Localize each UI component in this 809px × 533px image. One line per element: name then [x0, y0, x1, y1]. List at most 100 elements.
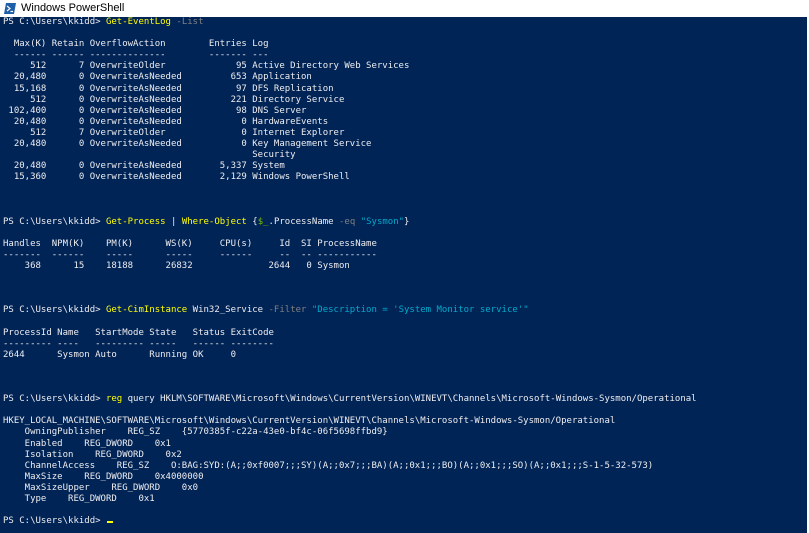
console-text: HKEY_LOCAL_MACHINE\SOFTWARE\Microsoft\Wi…	[3, 416, 616, 427]
console-text: -List	[170, 17, 204, 27]
console-line: 15,360 0 OverwriteAsNeeded 2,129 Windows…	[3, 172, 697, 183]
window-title: Windows PowerShell	[21, 2, 125, 14]
console-text: PS C:\Users\kkidd>	[3, 516, 106, 527]
console-text: Isolation REG_DWORD 0x2	[3, 449, 182, 460]
console-text: ChannelAccess REG_SZ O:BAG:SYD:(A;;0xf00…	[3, 460, 654, 471]
console-text: ProcessId Name StartMode State Status Ex…	[3, 327, 274, 338]
powershell-window: Windows PowerShell PS C:\Users\kkidd> Ge…	[0, 0, 809, 533]
console-text: 2644 Sysmon Auto Running OK 0	[3, 349, 236, 360]
console-line: 512 7 OverwriteOlder 95 Active Directory…	[3, 61, 697, 72]
console-line: Isolation REG_DWORD 0x2	[3, 450, 697, 461]
powershell-icon	[4, 3, 16, 14]
console-line: Max(K) Retain OverflowAction Entries Log	[3, 39, 697, 50]
console-line: 102,400 0 OverwriteAsNeeded 98 DNS Serve…	[3, 106, 697, 117]
console-line: MaxSize REG_DWORD 0x4000000	[3, 472, 697, 483]
console-text: 512 7 OverwriteOlder 0 Internet Explorer	[3, 127, 345, 138]
console-lines: PS C:\Users\kkidd> Get-EventLog -List Ma…	[3, 17, 697, 527]
console-text: Get-CimInstance	[105, 305, 188, 316]
console-line: Handles NPM(K) PM(K) WS(K) CPU(s) Id SI …	[3, 239, 697, 250]
console-text: {	[246, 216, 258, 227]
console-text: -eq	[339, 216, 356, 227]
console-line: 20,480 0 OverwriteAsNeeded 653 Applicati…	[3, 72, 697, 83]
console-text: OwningPublisher REG_SZ {5770385f-c22a-43…	[3, 427, 388, 438]
console-text: 512 7 OverwriteOlder 95 Active Directory…	[3, 61, 410, 72]
text-cursor	[106, 521, 113, 524]
console-line: --------- ---- --------- ----- ------ --…	[3, 339, 697, 350]
console-text: Enabled REG_DWORD 0x1	[3, 438, 171, 449]
console-line: 20,480 0 OverwriteAsNeeded 5,337 System	[3, 161, 697, 172]
console-output[interactable]: PS C:\Users\kkidd> Get-EventLog -List Ma…	[0, 17, 807, 533]
console-text: Security	[3, 150, 296, 161]
console-text: "Description = 'System Monitor service'"	[311, 305, 529, 316]
console-text: Win32_Service	[187, 305, 269, 316]
console-line: MaxSizeUpper REG_DWORD 0x0	[3, 483, 697, 494]
title-bar[interactable]: Windows PowerShell	[0, 0, 809, 17]
console-line: 2644 Sysmon Auto Running OK 0	[3, 350, 697, 361]
console-text: 15,360 0 OverwriteAsNeeded 2,129 Windows…	[3, 172, 350, 183]
console-text: $_	[257, 216, 269, 227]
console-line: PS C:\Users\kkidd> reg query HKLM\SOFTWA…	[3, 394, 697, 405]
console-text: Type REG_DWORD 0x1	[3, 494, 155, 505]
console-text: |	[165, 216, 182, 227]
console-text: PS C:\Users\kkidd>	[3, 394, 106, 405]
console-text: query HKLM\SOFTWARE\Microsoft\Windows\Cu…	[122, 394, 697, 405]
console-text: Get-Process	[105, 216, 166, 227]
console-text: MaxSize REG_DWORD 0x4000000	[3, 471, 204, 482]
console-text: 102,400 0 OverwriteAsNeeded 98 DNS Serve…	[3, 105, 307, 116]
console-line: 20,480 0 OverwriteAsNeeded 0 Key Managem…	[3, 139, 697, 150]
console-text: 20,480 0 OverwriteAsNeeded 0 HardwareEve…	[3, 116, 329, 127]
console-text: PS C:\Users\kkidd>	[3, 17, 106, 27]
console-text: MaxSizeUpper REG_DWORD 0x0	[3, 482, 199, 493]
console-line: 368 15 18188 26832 2644 0 Sysmon	[3, 261, 697, 272]
console-text: 20,480 0 OverwriteAsNeeded 0 Key Managem…	[3, 139, 372, 150]
console-line: Security	[3, 150, 697, 161]
console-text: Where-Object	[181, 216, 247, 227]
console-text: 368 15 18188 26832 2644 0 Sysmon	[3, 261, 350, 272]
console-text: 20,480 0 OverwriteAsNeeded 5,337 System	[3, 161, 285, 172]
console-line: ------ ------ -------------- ------- ---	[3, 50, 697, 61]
console-line: Enabled REG_DWORD 0x1	[3, 439, 697, 450]
console-text: 20,480 0 OverwriteAsNeeded 653 Applicati…	[3, 72, 312, 83]
console-line: HKEY_LOCAL_MACHINE\SOFTWARE\Microsoft\Wi…	[3, 416, 697, 427]
console-text: -Filter	[268, 305, 307, 316]
console-line: PS C:\Users\kkidd> Get-Process | Where-O…	[3, 217, 697, 228]
console-line: ------- ------ ----- ----- ------ -- -- …	[3, 250, 697, 261]
console-line: 512 0 OverwriteAsNeeded 221 Directory Se…	[3, 95, 697, 106]
console-text: 512 0 OverwriteAsNeeded 221 Directory Se…	[3, 94, 345, 105]
console-line: OwningPublisher REG_SZ {5770385f-c22a-43…	[3, 427, 697, 438]
console-text: ------- ------ ----- ----- ------ -- -- …	[3, 249, 377, 260]
console-text: 15,168 0 OverwriteAsNeeded 97 DFS Replic…	[3, 83, 334, 94]
console-text: --------- ---- --------- ----- ------ --…	[3, 338, 274, 349]
console-text: Handles NPM(K) PM(K) WS(K) CPU(s) Id SI …	[3, 238, 377, 249]
console-line: ChannelAccess REG_SZ O:BAG:SYD:(A;;0xf00…	[3, 461, 697, 472]
console-line: Type REG_DWORD 0x1	[3, 494, 697, 505]
console-line: 20,480 0 OverwriteAsNeeded 0 HardwareEve…	[3, 117, 697, 128]
console-text: }	[404, 216, 410, 227]
console-text: .ProcessName	[268, 216, 339, 227]
console-text: Get-EventLog	[105, 17, 171, 27]
console-line: 15,168 0 OverwriteAsNeeded 97 DFS Replic…	[3, 84, 697, 95]
console-text: PS C:\Users\kkidd>	[3, 305, 106, 316]
console-line: ProcessId Name StartMode State Status Ex…	[3, 328, 697, 339]
console-text: "Sysmon"	[360, 216, 405, 227]
console-line: PS C:\Users\kkidd> Get-CimInstance Win32…	[3, 305, 697, 316]
console-line: 512 7 OverwriteOlder 0 Internet Explorer	[3, 128, 697, 139]
console-text: reg	[105, 394, 123, 405]
console-text: ------ ------ -------------- ------- ---	[3, 50, 269, 61]
console-line: PS C:\Users\kkidd> Get-EventLog -List	[3, 17, 697, 28]
console-line: PS C:\Users\kkidd>	[3, 516, 697, 527]
